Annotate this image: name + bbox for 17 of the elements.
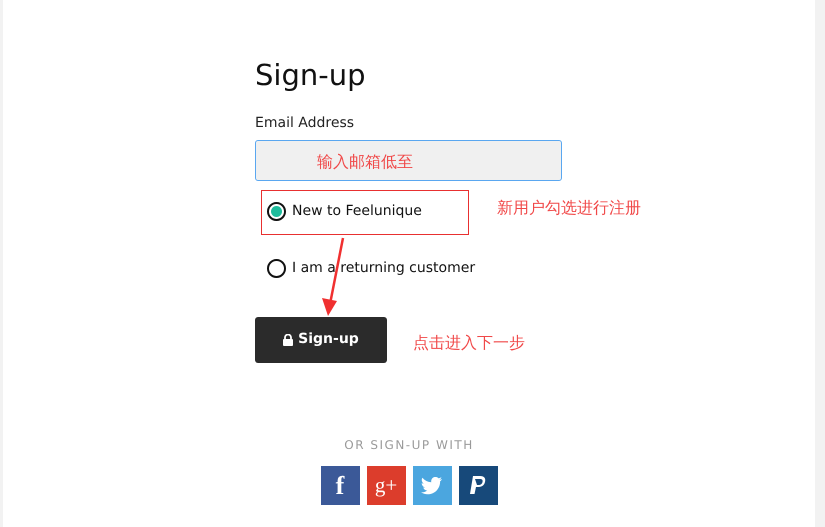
bird-icon: [421, 476, 443, 494]
lock-icon: [283, 334, 294, 346]
page-title: Sign-up: [255, 58, 367, 93]
google-button[interactable]: g+: [366, 466, 406, 505]
radio-option[interactable]: I am a returning customer: [267, 258, 476, 279]
annotation-text: 输入邮箱低至: [317, 151, 413, 173]
sign-up-button[interactable]: Sign-up: [255, 316, 387, 363]
radio-option[interactable]: New to Feelunique: [267, 200, 422, 222]
field-label: Email Address: [255, 114, 356, 133]
facebook-button[interactable]: f: [320, 466, 360, 505]
email-field[interactable]: [255, 140, 562, 181]
twitter-button[interactable]: [412, 466, 452, 505]
annotation-text: 新用户勾选进行注册: [497, 197, 641, 219]
annotation-text: 点击进入下一步: [413, 332, 525, 354]
paypal-logo-icon: [469, 474, 487, 496]
section-heading: OR SIGN-UP WITH: [344, 437, 474, 454]
paypal-button[interactable]: [458, 466, 498, 505]
